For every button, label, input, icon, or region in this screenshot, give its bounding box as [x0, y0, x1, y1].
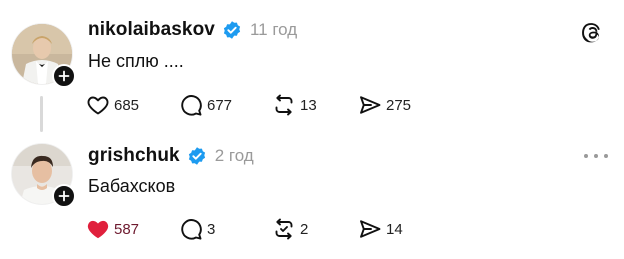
repost-icon: [275, 94, 293, 116]
repost-button[interactable]: 13: [272, 93, 358, 117]
repost-button[interactable]: 2: [272, 217, 358, 241]
share-count: 14: [386, 220, 403, 238]
reply-button[interactable]: 3: [179, 217, 272, 241]
post-actions: 587 3 2 14: [86, 215, 403, 243]
post-time: 11 год: [249, 20, 298, 39]
username[interactable]: grishchuk: [88, 145, 180, 167]
thread-connector-line: [40, 96, 43, 132]
reply-count: 677: [207, 96, 233, 114]
reply-count: 3: [207, 220, 216, 238]
post-time: 2 год: [214, 146, 254, 165]
post-actions: 685 677 13 275: [86, 91, 411, 119]
verified-badge-icon: [222, 20, 242, 40]
like-button[interactable]: 685: [86, 93, 179, 117]
send-icon: [360, 220, 381, 238]
avatar-container[interactable]: [12, 24, 76, 88]
share-button[interactable]: 275: [358, 93, 411, 117]
like-button[interactable]: 587: [86, 217, 179, 241]
comment-bubble-icon: [181, 219, 202, 240]
username[interactable]: nikolaibaskov: [88, 19, 215, 41]
post-nikolaibaskov: nikolaibaskov 11 год Не сплю .... 685 67…: [0, 0, 624, 132]
like-count: 685: [114, 96, 140, 114]
share-button[interactable]: 14: [358, 217, 403, 241]
like-count: 587: [114, 220, 140, 238]
post-text: Не сплю ....: [88, 51, 184, 71]
post-grishchuk: grishchuk 2 год Бабахсков 587 3 2 14: [0, 128, 624, 259]
avatar-container[interactable]: [12, 144, 76, 208]
post-header: grishchuk 2 год: [88, 145, 254, 167]
comment-bubble-icon: [181, 95, 202, 116]
share-count: 275: [386, 96, 412, 114]
post-header: nikolaibaskov 11 год: [88, 19, 297, 41]
heart-icon: [87, 96, 109, 115]
repost-icon: [275, 218, 293, 240]
verified-badge-icon: [187, 146, 207, 166]
follow-plus-icon[interactable]: [52, 64, 76, 88]
post-text: Бабахсков: [88, 176, 176, 196]
repost-count: 2: [300, 220, 309, 238]
heart-icon: [87, 220, 109, 239]
follow-plus-icon[interactable]: [52, 184, 76, 208]
reply-button[interactable]: 677: [179, 93, 272, 117]
repost-count: 13: [300, 96, 317, 114]
threads-feed: nikolaibaskov 11 год Не сплю .... 685 67…: [0, 0, 624, 259]
send-icon: [360, 96, 381, 114]
